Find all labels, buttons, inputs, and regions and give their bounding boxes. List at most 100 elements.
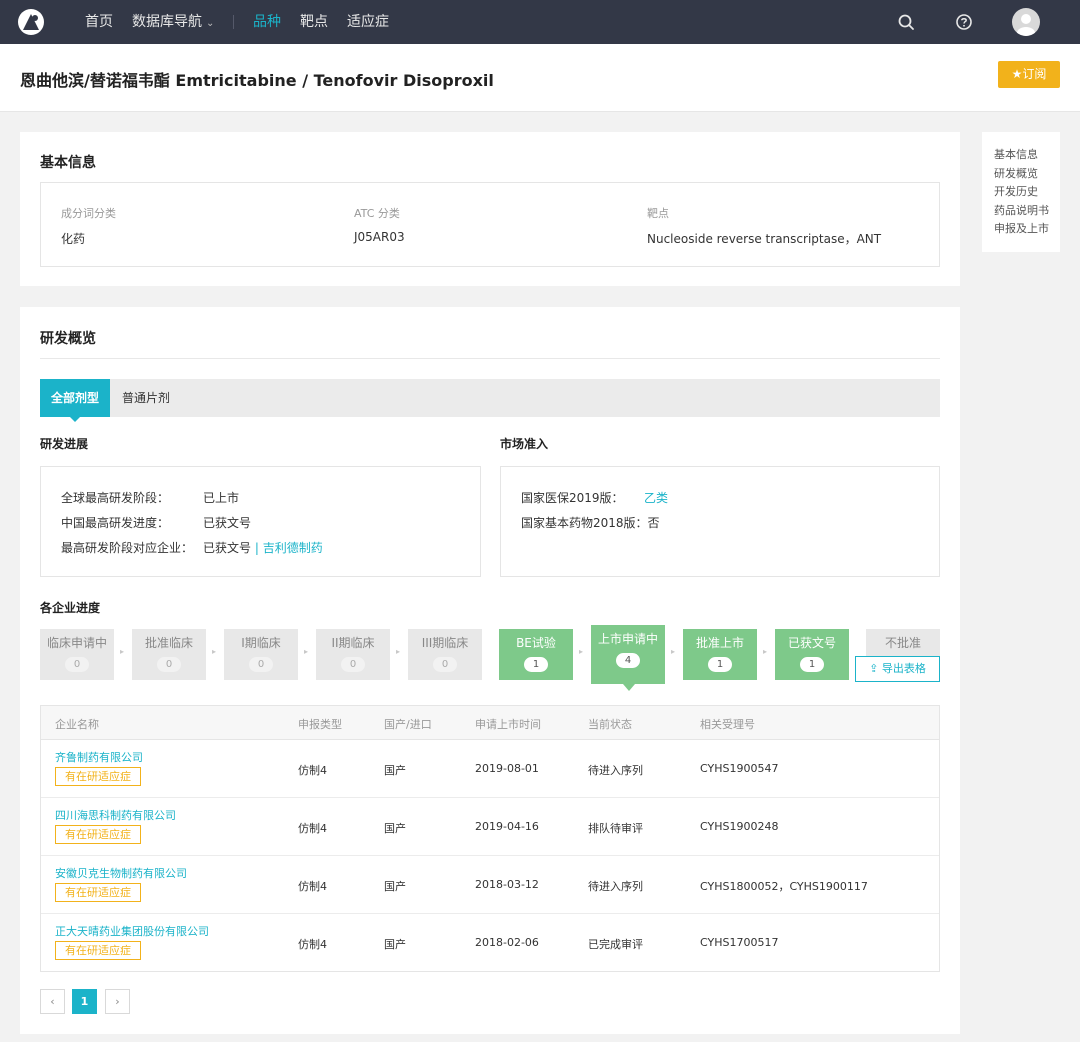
side-nav-basic-info[interactable]: 基本信息 — [982, 146, 1060, 165]
stage-phase-3[interactable]: III期临床 0 — [408, 629, 482, 680]
nav-indications[interactable]: 适应症 — [347, 0, 389, 44]
company-link[interactable]: 四川海思科制药有限公司 — [55, 807, 176, 823]
cell-type: 仿制4 — [298, 764, 327, 777]
indication-tag[interactable]: 有在研适应症 — [55, 941, 141, 960]
th-company: 企业名称 — [55, 718, 99, 731]
side-nav-overview[interactable]: 研发概览 — [982, 165, 1060, 184]
cell-status: 排队待审评 — [588, 822, 643, 835]
stage-phase-1[interactable]: I期临床 0 — [224, 629, 298, 680]
cell-accept-no[interactable]: CYHS1900547 — [700, 762, 778, 775]
stage-count: 0 — [341, 657, 365, 672]
th-origin: 国产/进口 — [384, 718, 432, 731]
tab-bar: 全部剂型 普通片剂 — [40, 379, 940, 422]
tab-all-forms[interactable]: 全部剂型 — [40, 379, 110, 422]
side-nav-label[interactable]: 药品说明书 — [982, 202, 1060, 221]
cell-origin: 国产 — [384, 764, 406, 777]
companies-title: 各企业进度 — [40, 601, 101, 615]
overview-card: 研发概览 全部剂型 普通片剂 研发进展 全球最高研发阶段： 已上市 中国最高研发进… — [20, 307, 960, 1034]
indication-tag[interactable]: 有在研适应症 — [55, 825, 141, 844]
nav-home[interactable]: 首页 — [85, 0, 113, 44]
chevron-right-icon: ▸ — [396, 647, 401, 656]
company-link[interactable]: 吉利德制药 — [263, 541, 323, 555]
stage-count: 0 — [433, 657, 457, 672]
stage-phase-2[interactable]: II期临床 0 — [316, 629, 390, 680]
nav-database[interactable]: 数据库导航 ⌄ — [132, 0, 214, 44]
logo-icon[interactable] — [18, 9, 44, 35]
table-row: 正大天晴药业集团股份有限公司 有在研适应症 仿制4 国产 2018-02-06 … — [41, 914, 939, 971]
stage-be-trial[interactable]: BE试验 1 — [499, 629, 573, 680]
divider — [40, 358, 940, 359]
market-insurance-value[interactable]: 乙类 — [644, 491, 668, 505]
progress-global: 全球最高研发阶段： 已上市 — [61, 489, 239, 506]
cell-origin: 国产 — [384, 822, 406, 835]
cell-type: 仿制4 — [298, 822, 327, 835]
stage-listing-application[interactable]: 上市申请中 4 — [591, 625, 665, 691]
side-nav-history[interactable]: 开发历史 — [982, 183, 1060, 202]
stage-clinical-approved[interactable]: 批准临床 0 — [132, 629, 206, 680]
indication-tag[interactable]: 有在研适应症 — [55, 767, 141, 786]
chevron-right-icon: ▸ — [763, 647, 768, 656]
market-title: 市场准入 — [500, 437, 549, 451]
subscribe-label: 订阅 — [1022, 67, 1047, 81]
stage-name: 已获文号 — [787, 636, 836, 650]
market-essential: 国家基本药物2018版：否 — [521, 514, 660, 531]
chevron-down-icon: ⌄ — [206, 18, 215, 29]
stage-name: BE试验 — [516, 636, 556, 650]
indication-tag[interactable]: 有在研适应症 — [55, 883, 141, 902]
cell-accept-no[interactable]: CYHS1900248 — [700, 820, 778, 833]
table-row: 安徽贝克生物制药有限公司 有在研适应症 仿制4 国产 2018-03-12 待进… — [41, 856, 939, 914]
cell-type: 仿制4 — [298, 938, 327, 951]
progress-china-value: 已获文号 — [203, 516, 252, 530]
market-essential-label: 国家基本药物2018版： — [521, 516, 648, 530]
stage-count: 4 — [616, 653, 640, 668]
progress-china-label: 中国最高研发进度： — [61, 516, 170, 530]
stage-listing-approved[interactable]: 批准上市 1 — [683, 629, 757, 680]
search-icon[interactable] — [897, 13, 915, 31]
stage-count: 0 — [65, 657, 89, 672]
progress-global-value: 已上市 — [203, 491, 240, 505]
field-value-class: 化药 — [61, 232, 86, 246]
chevron-right-icon: ▸ — [120, 647, 125, 656]
stage-approval-number[interactable]: 已获文号 1 — [775, 629, 849, 680]
cell-date: 2018-02-06 — [475, 936, 539, 949]
field-label-atc: ATC 分类 — [354, 207, 400, 220]
nav-targets[interactable]: 靶点 — [300, 0, 328, 44]
field-value-atc: J05AR03 — [354, 230, 405, 244]
star-icon: ★ — [1011, 67, 1023, 81]
stage-count: 1 — [524, 657, 548, 672]
pager-page-1[interactable]: 1 — [72, 989, 97, 1014]
stage-count: 1 — [800, 657, 824, 672]
company-link[interactable]: 安徽贝克生物制药有限公司 — [55, 865, 187, 881]
stage-name: II期临床 — [331, 636, 375, 650]
subscribe-button[interactable]: ★订阅 — [998, 61, 1060, 88]
chevron-right-icon: ▸ — [579, 647, 584, 656]
pager-prev-button[interactable]: ‹ — [40, 989, 65, 1014]
avatar[interactable] — [1012, 8, 1040, 36]
export-button[interactable]: ⇪ 导出表格 — [855, 656, 940, 682]
chevron-right-icon: ▸ — [671, 647, 676, 656]
cell-accept-no[interactable]: CYHS1700517 — [700, 936, 778, 949]
stage-clinical-application[interactable]: 临床申请中 0 — [40, 629, 114, 680]
help-icon[interactable] — [955, 13, 973, 31]
cell-date: 2018-03-12 — [475, 878, 539, 891]
market-essential-value: 否 — [647, 516, 660, 530]
th-date: 申请上市时间 — [475, 718, 541, 731]
stage-name: 批准临床 — [144, 636, 193, 650]
basic-info-card: 基本信息 成分词分类 化药 ATC 分类 J05AR03 靶点 Nucleosi… — [20, 132, 960, 286]
market-insurance: 国家医保2019版： 乙类 — [521, 489, 668, 506]
company-link[interactable]: 正大天晴药业集团股份有限公司 — [55, 923, 209, 939]
stage-rejected[interactable]: 不批准 — [866, 629, 940, 656]
stage-count: 0 — [157, 657, 181, 672]
progress-global-label: 全球最高研发阶段： — [61, 491, 170, 505]
tab-tablets[interactable]: 普通片剂 — [122, 379, 170, 417]
nav-varieties[interactable]: 品种 — [253, 0, 281, 44]
company-table: 企业名称 申报类型 国产/进口 申请上市时间 当前状态 相关受理号 齐鲁制药有限… — [40, 705, 940, 972]
company-link[interactable]: 齐鲁制药有限公司 — [55, 749, 143, 765]
field-label-class: 成分词分类 — [61, 207, 116, 220]
cell-origin: 国产 — [384, 880, 406, 893]
side-nav-filing[interactable]: 申报及上市 — [982, 220, 1060, 239]
pager-next-button[interactable]: › — [105, 989, 130, 1014]
side-nav: 基本信息 研发概览 开发历史 药品说明书 申报及上市 — [982, 132, 1060, 252]
cell-accept-no[interactable]: CYHS1800052，CYHS1900117 — [700, 878, 868, 894]
table-row: 四川海思科制药有限公司 有在研适应症 仿制4 国产 2019-04-16 排队待… — [41, 798, 939, 856]
